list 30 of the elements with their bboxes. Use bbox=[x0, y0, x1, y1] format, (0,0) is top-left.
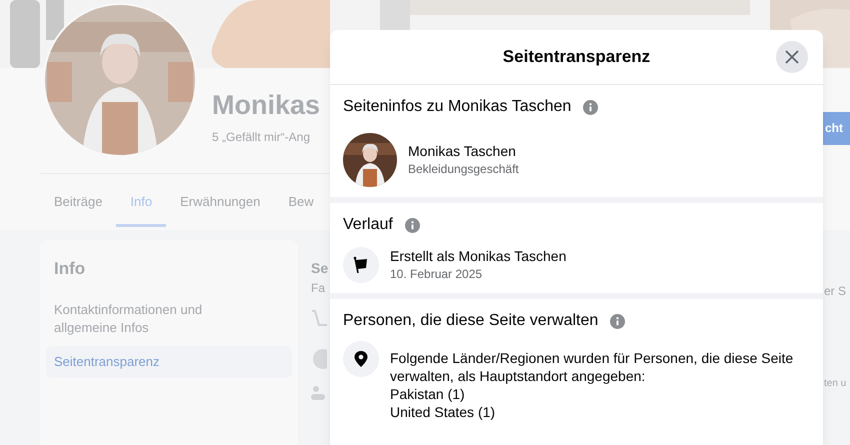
section-heading: Se bbox=[311, 259, 328, 278]
tab[interactable]: Bew bbox=[274, 186, 328, 227]
section-subtitle: Fa bbox=[311, 280, 326, 297]
sidebar-item[interactable]: Seitentransparenz bbox=[46, 346, 292, 378]
tab[interactable]: Info bbox=[116, 186, 166, 227]
card-title: Info bbox=[53, 258, 86, 280]
text-fragment: ten u bbox=[824, 377, 846, 391]
page-name[interactable]: Monikas Taschen bbox=[408, 142, 519, 160]
text-fragment: er S bbox=[824, 283, 846, 300]
tab[interactable]: Beiträge bbox=[40, 186, 116, 227]
page-category: Bekleidungsgeschäft bbox=[408, 161, 519, 178]
tab[interactable]: Erwähnungen bbox=[166, 186, 274, 227]
sidebar-item[interactable]: Kontaktinformationen und allgemeine Infos bbox=[46, 300, 236, 338]
flag-icon bbox=[352, 256, 370, 274]
people-icon bbox=[311, 385, 327, 401]
event-title: Erstellt als Monikas Taschen bbox=[390, 247, 566, 265]
action-button[interactable]: cht bbox=[823, 112, 850, 145]
section-heading: Seiteninfos zu Monikas Taschen bbox=[343, 97, 572, 117]
location-description: Folgende Länder/Regionen wurden für Personen, die diese Seite verwalten, als Hauptstandort angegeben: bbox=[390, 349, 794, 385]
country-entry: United States (1) bbox=[390, 403, 496, 421]
info-icon[interactable] bbox=[610, 314, 626, 328]
pin-icon bbox=[352, 350, 370, 368]
section-heading: Personen, die diese Seite verwalten bbox=[343, 311, 598, 331]
likes-count: 5 „Gefällt mir“-Ang bbox=[212, 129, 312, 146]
country-entry: Pakistan (1) bbox=[390, 385, 466, 403]
info-icon[interactable] bbox=[583, 100, 598, 114]
section-heading: Verlauf bbox=[343, 215, 393, 235]
event-date: 10. Februar 2025 bbox=[390, 266, 484, 283]
info-icon[interactable] bbox=[404, 218, 420, 232]
page-name: Monikas bbox=[212, 89, 320, 122]
